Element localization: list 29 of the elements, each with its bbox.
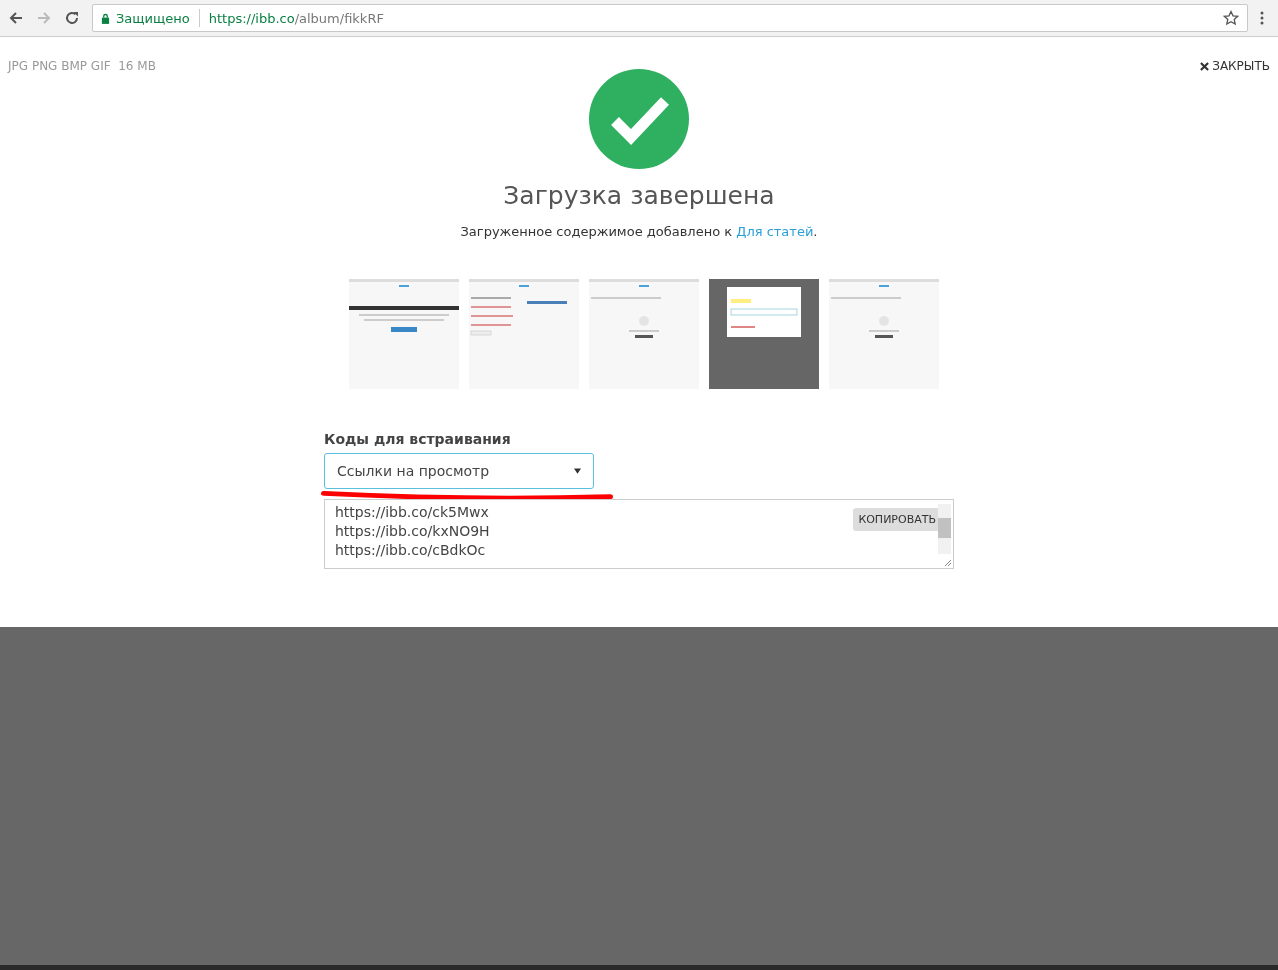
secure-label: Защищено	[116, 10, 190, 26]
success-check-icon	[589, 69, 689, 169]
page-thumbnail[interactable]	[589, 279, 699, 389]
close-button[interactable]: ЗАКРЫТЬ	[1200, 59, 1270, 73]
scrollbar[interactable]	[938, 504, 951, 554]
menu-icon[interactable]	[1260, 10, 1264, 26]
link-line: https://ibb.co/cBdkOc	[335, 541, 486, 560]
address-bar[interactable]: Защищено https://ibb.co/album/fikkRF	[92, 4, 1248, 32]
link-line: https://ibb.co/ck5Mwx	[335, 503, 489, 522]
page-thumbnail[interactable]	[829, 279, 939, 389]
url-text: https://ibb.co/album/fikkRF	[208, 10, 385, 26]
format-info: JPG PNG BMP GIF 16 MB	[8, 59, 156, 73]
links-textarea[interactable]: https://ibb.co/ck5Mwx https://ibb.co/kxNO9H https://ibb.co/cBdkOc КОПИРОВАТЬ	[324, 499, 954, 569]
reload-icon[interactable]	[64, 10, 80, 26]
link-line: https://ibb.co/kxNO9H	[335, 522, 490, 541]
lock-icon	[101, 12, 110, 24]
caret-icon	[574, 468, 581, 474]
album-message: Загруженное содержимое добавлено к Для статей.	[460, 224, 818, 239]
page-thumbnail[interactable]	[349, 279, 459, 389]
copy-button[interactable]: КОПИРОВАТЬ	[853, 508, 941, 531]
star-icon[interactable]	[1223, 10, 1239, 26]
close-icon	[1200, 61, 1210, 71]
back-icon[interactable]	[8, 10, 24, 26]
page-thumbnail[interactable]	[709, 279, 819, 389]
upload-complete-title: Загрузка завершена	[503, 181, 775, 210]
resize-grip-icon[interactable]	[942, 557, 952, 567]
embed-codes-label: Коды для встраивания	[324, 431, 512, 447]
page-thumbnail[interactable]	[469, 279, 579, 389]
embed-type-select[interactable]: Ссылки на просмотр	[324, 453, 594, 489]
